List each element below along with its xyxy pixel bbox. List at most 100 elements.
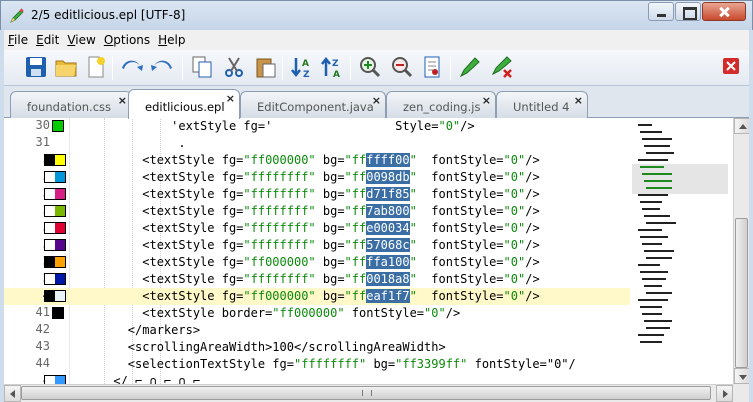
tab-close-icon[interactable]: × bbox=[118, 94, 127, 107]
open-folder-icon[interactable] bbox=[54, 55, 78, 79]
code-line[interactable]: . bbox=[70, 135, 185, 152]
code-line[interactable]: <textStyle fg="ff000000" bg="ffffff00" f… bbox=[70, 152, 540, 169]
undo-icon[interactable] bbox=[120, 55, 144, 79]
pencil-app-icon bbox=[10, 8, 24, 23]
gutter-line: 31 bbox=[4, 135, 70, 152]
tab-close-icon[interactable]: × bbox=[574, 94, 583, 107]
paste-icon[interactable] bbox=[254, 55, 278, 79]
save-icon[interactable] bbox=[24, 55, 48, 79]
tab-editcomponent-java[interactable]: EditComponent.java × bbox=[240, 91, 386, 118]
menu-bar: File Edit View Options Help bbox=[4, 30, 749, 50]
line-number: 42 bbox=[35, 322, 50, 336]
gutter-line: 3 bbox=[4, 220, 70, 237]
svg-text:A: A bbox=[302, 59, 309, 69]
code-line[interactable]: <textStyle fg="ffffffff" bg="ff57068c" f… bbox=[70, 237, 540, 254]
vertical-scroll-thumb[interactable] bbox=[735, 218, 748, 368]
gutter-line: 42 bbox=[4, 322, 70, 339]
color-swatch bbox=[44, 273, 66, 285]
code-line[interactable]: <textStyle fg="ff000000" bg="ffffa100" f… bbox=[70, 254, 540, 271]
gutter-line: 3 bbox=[4, 152, 70, 169]
scroll-left-arrow-icon[interactable] bbox=[4, 385, 21, 402]
scroll-up-arrow-icon[interactable] bbox=[734, 118, 749, 134]
gutter-line: 41 bbox=[4, 305, 70, 322]
gutter-line: 30 bbox=[4, 118, 70, 135]
clear-highlight-icon[interactable] bbox=[490, 55, 514, 79]
menu-file[interactable]: File bbox=[4, 33, 32, 47]
menu-edit[interactable]: Edit bbox=[32, 33, 63, 47]
gutter-line: 3 bbox=[4, 237, 70, 254]
code-line[interactable]: <textStyle fg="ffffffff" bg="ff7ab800" f… bbox=[70, 203, 540, 220]
title-bar: 2/5 editlicious.epl [UTF-8] bbox=[0, 0, 753, 30]
color-swatch bbox=[44, 290, 66, 302]
color-swatch bbox=[44, 222, 66, 234]
copy-icon[interactable] bbox=[190, 55, 214, 79]
tab-untitled-4[interactable]: Untitled 4 × bbox=[496, 91, 588, 118]
vertical-scrollbar[interactable] bbox=[733, 118, 749, 384]
gutter-line: 44 bbox=[4, 356, 70, 373]
horizontal-scroll-thumb[interactable] bbox=[21, 386, 711, 400]
code-view[interactable]: 'extStyle fg=' Style="0"/> . <textStyle … bbox=[70, 118, 630, 384]
menu-view[interactable]: View bbox=[63, 33, 99, 47]
highlighter-icon[interactable] bbox=[458, 55, 482, 79]
gutter-line: 43 bbox=[4, 339, 70, 356]
tab-close-icon[interactable]: × bbox=[372, 94, 381, 107]
color-swatch bbox=[44, 171, 66, 183]
tab-zen-coding-js[interactable]: zen_coding.js × bbox=[386, 91, 496, 118]
zoom-out-icon[interactable] bbox=[390, 55, 414, 79]
code-line[interactable]: <textStyle fg="ffffffff" bg="ff0098db" f… bbox=[70, 169, 540, 186]
color-swatch bbox=[44, 188, 66, 200]
code-line[interactable]: 'extStyle fg=' Style="0"/> bbox=[70, 118, 474, 135]
close-button[interactable] bbox=[702, 2, 746, 21]
gutter-line: 4 bbox=[4, 288, 70, 305]
minimap[interactable] bbox=[630, 118, 733, 384]
color-swatch bbox=[44, 205, 66, 217]
cut-icon[interactable] bbox=[222, 55, 246, 79]
line-number-gutter: 30313333333344142434444 bbox=[4, 118, 70, 402]
zoom-in-icon[interactable] bbox=[358, 55, 382, 79]
window-title: 2/5 editlicious.epl [UTF-8] bbox=[31, 8, 186, 22]
tab-foundation-css[interactable]: foundation.css × bbox=[10, 91, 132, 118]
line-number: 31 bbox=[35, 135, 50, 149]
code-line[interactable]: </markers> bbox=[70, 322, 200, 339]
minimize-button[interactable] bbox=[648, 2, 674, 21]
tab-close-icon[interactable]: × bbox=[482, 94, 491, 107]
menu-help[interactable]: Help bbox=[154, 33, 189, 47]
color-swatch bbox=[44, 154, 66, 166]
code-line[interactable]: </ ⌐ ∩ ⌐ ∩ ⌐ bbox=[70, 373, 200, 384]
line-number: 30 bbox=[35, 118, 50, 132]
gutter-line: 3 bbox=[4, 203, 70, 220]
code-line[interactable]: <textStyle fg="ff000000" bg="ffeaf1f7" f… bbox=[70, 288, 630, 305]
maximize-button[interactable] bbox=[675, 2, 701, 21]
scroll-right-arrow-icon[interactable] bbox=[716, 385, 733, 402]
code-line[interactable]: <textStyle fg="ffffffff" bg="ff0018a8" f… bbox=[70, 271, 540, 288]
horizontal-scrollbar[interactable] bbox=[4, 384, 733, 402]
code-line[interactable]: <textStyle fg="ffffffff" bg="ffd71f85" f… bbox=[70, 186, 540, 203]
gutter-line: 3 bbox=[4, 169, 70, 186]
tab-editlicious-epl[interactable]: editlicious.epl × bbox=[128, 89, 240, 119]
tab-close-icon[interactable]: × bbox=[226, 92, 235, 105]
code-line[interactable]: <selectionTextStyle fg="ffffffff" bg="ff… bbox=[70, 356, 576, 373]
editor-area[interactable]: 30313333333344142434444 'extStyle fg=' S… bbox=[4, 118, 749, 402]
tab-bar: foundation.css × editlicious.epl × EditC… bbox=[4, 86, 749, 119]
scroll-down-arrow-icon[interactable] bbox=[734, 368, 749, 384]
minimap-viewport[interactable] bbox=[632, 164, 728, 194]
redo-icon[interactable] bbox=[150, 55, 174, 79]
svg-text:Z: Z bbox=[303, 70, 310, 79]
gutter-line: 3 bbox=[4, 186, 70, 203]
toolbar: AZ ZA bbox=[4, 50, 749, 86]
new-document-icon[interactable] bbox=[84, 55, 108, 79]
svg-text:Z: Z bbox=[332, 59, 339, 69]
code-line[interactable]: <textStyle border="ff000000" fontStyle="… bbox=[70, 305, 460, 322]
gutter-line: 3 bbox=[4, 254, 70, 271]
line-number: 44 bbox=[35, 356, 50, 370]
close-document-icon[interactable] bbox=[722, 57, 740, 75]
document-settings-icon[interactable] bbox=[420, 55, 444, 79]
code-line[interactable]: <scrollingAreaWidth>100</scrollingAreaWi… bbox=[70, 339, 446, 356]
menu-options[interactable]: Options bbox=[100, 33, 154, 47]
code-line[interactable]: <textStyle fg="ffffffff" bg="ffe00034" f… bbox=[70, 220, 540, 237]
gutter-line: 3 bbox=[4, 271, 70, 288]
color-swatch bbox=[52, 120, 64, 132]
sort-descending-icon[interactable]: ZA bbox=[320, 55, 344, 79]
color-swatch bbox=[52, 307, 64, 319]
sort-ascending-icon[interactable]: AZ bbox=[290, 55, 314, 79]
